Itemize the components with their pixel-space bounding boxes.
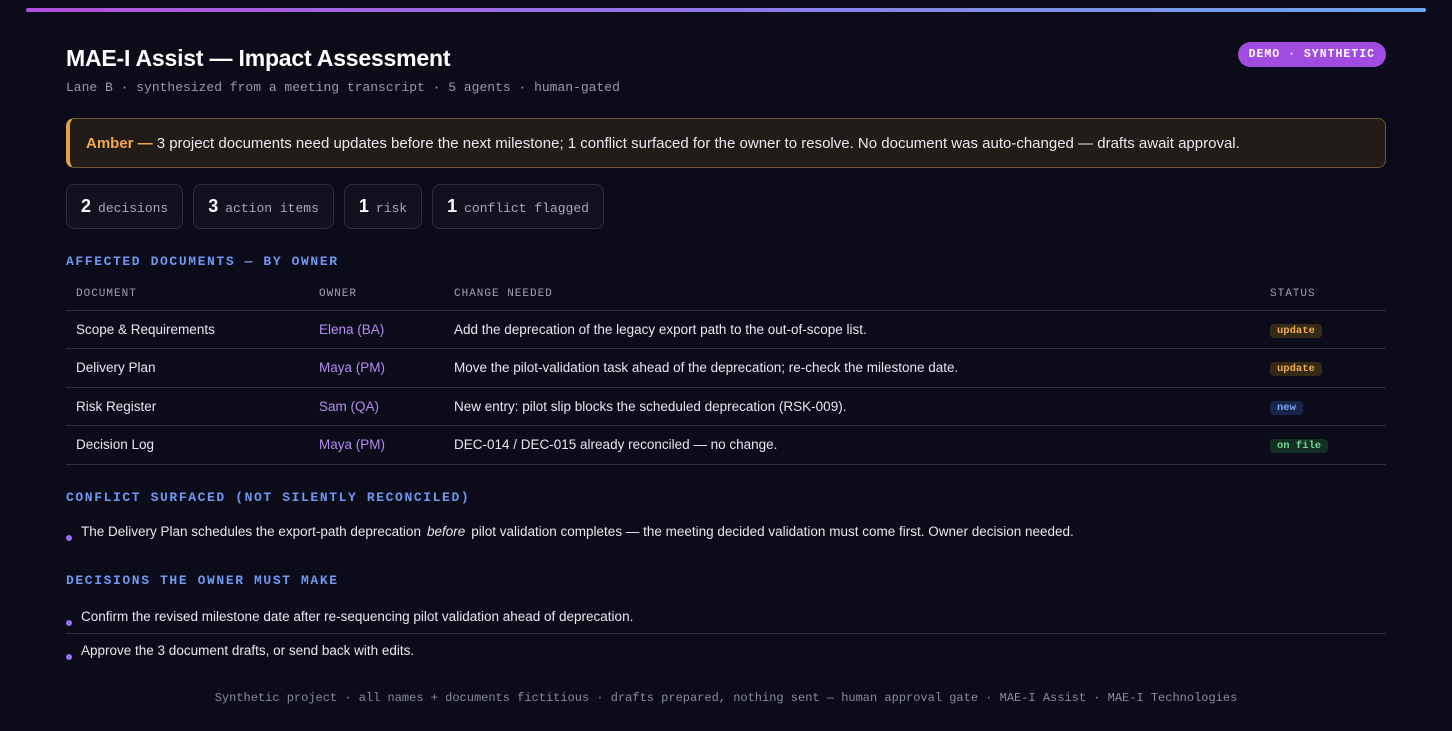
cell-owner: Maya (PM) (309, 348, 444, 388)
bullet-icon (66, 535, 72, 541)
status-badge: update (1270, 323, 1322, 338)
stat-label: action items (225, 200, 319, 216)
stat-value: 3 (208, 196, 219, 216)
stat-risk: 1 risk (343, 184, 423, 229)
conflict-list: The Delivery Plan schedules the export-p… (66, 524, 1386, 541)
cell-change: New entry: pilot slip blocks the schedul… (444, 387, 1260, 426)
decision-text: Confirm the revised milestone date after… (81, 609, 634, 624)
table-header-row: DOCUMENT OWNER CHANGE NEEDED STATUS (66, 279, 1386, 311)
stat-action-items: 3 action items (193, 184, 334, 229)
stat-label: decisions (98, 200, 169, 216)
table-row: Risk Register Sam (QA) New entry: pilot … (66, 387, 1386, 426)
affected-documents-table: DOCUMENT OWNER CHANGE NEEDED STATUS Scop… (66, 279, 1386, 465)
column-header-owner: OWNER (309, 279, 444, 311)
column-header-document: DOCUMENT (66, 279, 309, 311)
stat-decisions: 2 decisions (66, 184, 184, 229)
conflict-text-after: pilot validation completes — the meeting… (471, 524, 1074, 539)
table-row: Delivery Plan Maya (PM) Move the pilot-v… (66, 348, 1386, 388)
affected-documents-heading: AFFECTED DOCUMENTS — BY OWNER (66, 254, 339, 269)
stat-value: 1 (358, 196, 369, 216)
decision-text: Approve the 3 document drafts, or send b… (81, 643, 415, 658)
cell-owner: Sam (QA) (309, 387, 444, 426)
list-item: The Delivery Plan schedules the export-p… (66, 524, 1386, 541)
cell-owner: Maya (PM) (309, 425, 444, 465)
page-subtitle: Lane B · synthesized from a meeting tran… (66, 80, 620, 95)
bullet-icon (66, 654, 72, 660)
cell-document: Risk Register (66, 387, 309, 426)
summary-stats: 2 decisions 3 action items 1 risk 1 conf… (66, 184, 604, 229)
stat-value: 1 (447, 196, 458, 216)
status-badge: on file (1270, 439, 1329, 454)
cell-status: update (1260, 310, 1386, 349)
alert-level: Amber — (86, 134, 153, 152)
cell-change: DEC-014 / DEC-015 already reconciled — n… (444, 425, 1260, 465)
status-badge: update (1270, 362, 1322, 377)
list-item: Approve the 3 document drafts, or send b… (66, 633, 1386, 666)
stat-label: risk (375, 200, 408, 216)
conflict-emphasis: before (426, 524, 466, 539)
decisions-heading: DECISIONS THE OWNER MUST MAKE (66, 573, 339, 588)
list-item: Confirm the revised milestone date after… (66, 600, 1386, 633)
bullet-icon (66, 620, 72, 626)
footer-note: Synthetic project · all names + document… (214, 691, 1238, 705)
conflict-text-before: The Delivery Plan schedules the export-p… (81, 524, 421, 539)
cell-owner: Elena (BA) (309, 310, 444, 349)
column-header-status: STATUS (1260, 279, 1386, 311)
stat-label: conflict flagged (464, 200, 589, 216)
cell-status: on file (1260, 425, 1386, 465)
cell-change: Add the deprecation of the legacy export… (444, 310, 1260, 349)
cell-status: new (1260, 387, 1386, 426)
demo-badge: DEMO · SYNTHETIC (1237, 42, 1386, 67)
column-header-change: CHANGE NEEDED (444, 279, 1260, 311)
cell-document: Delivery Plan (66, 348, 309, 388)
cell-document: Scope & Requirements (66, 310, 309, 349)
status-alert: Amber — 3 project documents need updates… (66, 118, 1386, 168)
stat-value: 2 (81, 196, 92, 216)
cell-document: Decision Log (66, 425, 309, 465)
cell-change: Move the pilot-validation task ahead of … (444, 348, 1260, 388)
cell-status: update (1260, 348, 1386, 388)
page-title: MAE-I Assist — Impact Assessment (66, 45, 451, 71)
alert-message: 3 project documents need updates before … (156, 134, 1240, 152)
table-row: Scope & Requirements Elena (BA) Add the … (66, 310, 1386, 349)
status-badge: new (1270, 400, 1303, 415)
conflict-heading: CONFLICT SURFACED (NOT SILENTLY RECONCIL… (66, 490, 471, 505)
decisions-list: Confirm the revised milestone date after… (66, 600, 1386, 666)
stat-conflict-flagged: 1 conflict flagged (432, 184, 604, 229)
table-row: Decision Log Maya (PM) DEC-014 / DEC-015… (66, 425, 1386, 465)
top-accent-bar (26, 8, 1426, 12)
